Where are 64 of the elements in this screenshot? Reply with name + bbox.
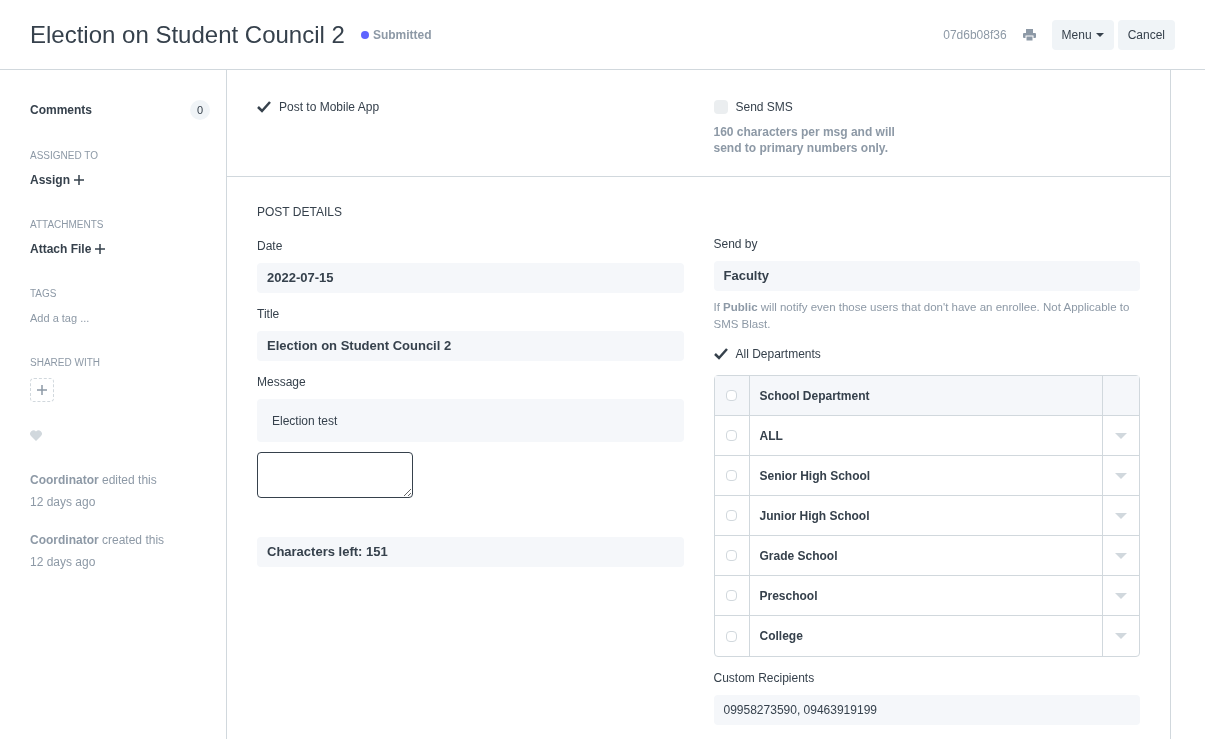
- plus-icon: [37, 385, 47, 395]
- activity-text: Coordinator created this: [30, 532, 166, 549]
- caret-icon: [1095, 32, 1104, 37]
- checkbox[interactable]: [726, 630, 737, 642]
- checkbox-label: Send SMS: [735, 99, 793, 116]
- field-label: Title: [257, 306, 281, 323]
- menu-button[interactable]: Menu: [1051, 19, 1114, 50]
- share-add-button[interactable]: [30, 378, 54, 402]
- page-title: Election on Student Council 2: [30, 19, 345, 50]
- caret-icon[interactable]: [1115, 472, 1127, 479]
- section-heading: SHARED WITH: [30, 356, 101, 370]
- print-icon[interactable]: [1022, 28, 1036, 41]
- table-cell-text: Grade School: [759, 547, 838, 565]
- help-note: 160 characters per msg and will send to primary numbers only.: [713, 124, 896, 156]
- activity-text: Coordinator edited this: [30, 472, 158, 489]
- help-text: If Public will notify even those users that don't have an enrollee. Not Applicable to SMS Blast.: [713, 300, 1131, 332]
- caret-icon[interactable]: [1115, 432, 1127, 439]
- select-field[interactable]: Faculty: [713, 261, 1140, 291]
- input-field[interactable]: 09958273590, 09463919199: [713, 695, 1140, 725]
- field-label: Date: [257, 238, 284, 255]
- section-heading: TAGS: [30, 287, 58, 301]
- check-icon[interactable]: [713, 348, 728, 360]
- sidebar-action[interactable]: Assign: [30, 171, 84, 189]
- caret-icon[interactable]: [1115, 592, 1127, 599]
- input-field[interactable]: 2022-07-15: [257, 263, 684, 293]
- cancel-button[interactable]: Cancel: [1117, 19, 1175, 50]
- input-field[interactable]: Election on Student Council 2: [257, 331, 684, 361]
- activity-time: 12 days ago: [30, 554, 97, 571]
- table-cell-text: Senior High School: [759, 467, 871, 485]
- field-label: Custom Recipients: [713, 670, 816, 687]
- checkbox-label: All Departments: [735, 346, 821, 363]
- text-area[interactable]: [257, 452, 413, 498]
- table-cell-text: College: [759, 628, 803, 645]
- section-heading: ATTACHMENTS: [30, 218, 105, 232]
- activity-time: 12 days ago: [30, 494, 97, 511]
- comments-count: 0: [190, 100, 210, 120]
- checkbox[interactable]: [726, 590, 737, 601]
- column-header: School Department: [759, 387, 870, 405]
- table-cell-text: ALL: [759, 427, 783, 445]
- caret-icon[interactable]: [1115, 633, 1127, 639]
- check-icon[interactable]: [257, 101, 271, 113]
- comments-label: Comments: [30, 102, 92, 119]
- field-label: Send by: [713, 236, 759, 253]
- table-cell-text: Preschool: [759, 587, 818, 605]
- caret-icon[interactable]: [1115, 552, 1127, 559]
- plus-icon: [95, 244, 106, 254]
- table-cell-text: Junior High School: [759, 507, 870, 525]
- checkbox[interactable]: [726, 390, 737, 401]
- caret-icon[interactable]: [1115, 512, 1127, 519]
- message-field[interactable]: Election test: [257, 399, 684, 442]
- checkbox[interactable]: [726, 470, 737, 481]
- status-label: Submitted: [372, 26, 432, 44]
- checkbox[interactable]: [726, 550, 737, 561]
- sidebar-action[interactable]: Attach File: [30, 240, 106, 258]
- field-label: Message: [257, 374, 307, 391]
- section-heading: ASSIGNED TO: [30, 149, 99, 163]
- document-id: 07d6b08f36: [943, 26, 1007, 44]
- checkbox[interactable]: [726, 430, 737, 441]
- checkbox-label: Post to Mobile App: [279, 99, 380, 116]
- section-heading: POST DETAILS: [257, 204, 343, 221]
- plus-icon: [74, 175, 84, 185]
- checkbox[interactable]: [726, 510, 737, 521]
- heart-icon[interactable]: [30, 430, 42, 441]
- characters-left: Characters left: 151: [257, 537, 684, 567]
